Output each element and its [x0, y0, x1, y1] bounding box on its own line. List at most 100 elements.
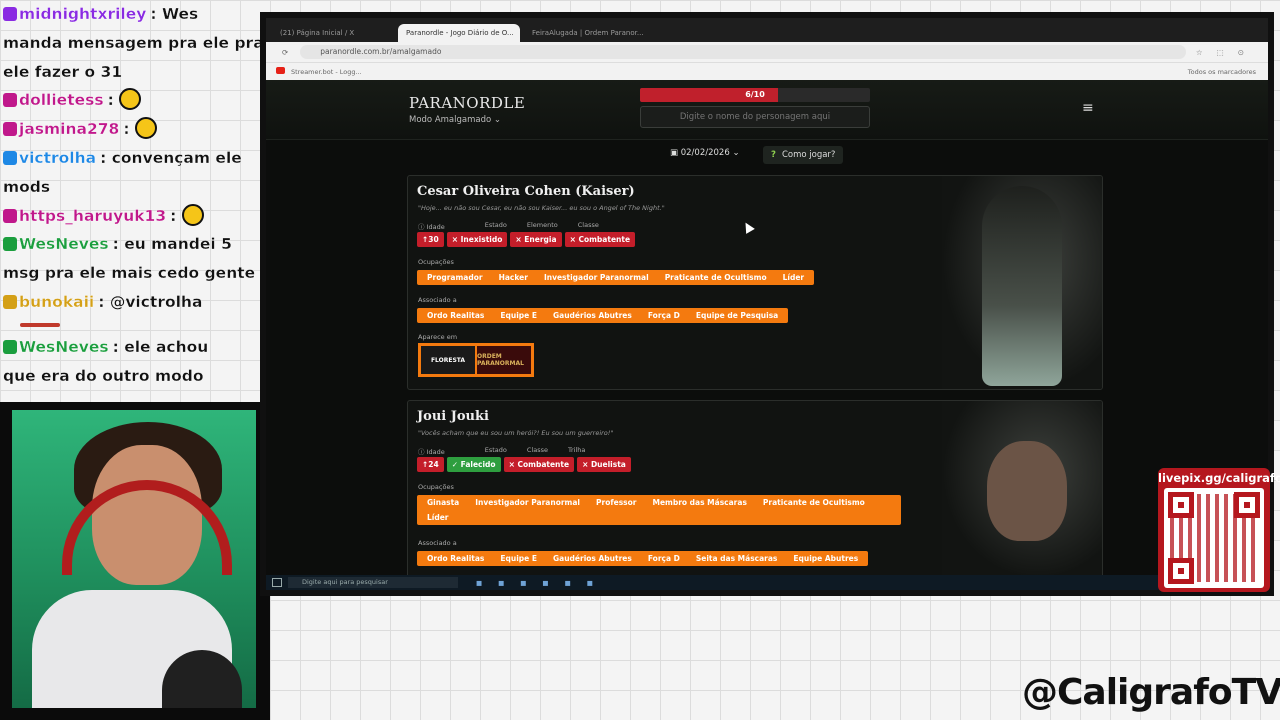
chevron-down-icon: ⌄	[493, 115, 502, 125]
livepix-panel: livepix.gg/caligrafo	[1158, 468, 1280, 592]
character-name: Joui Jouki	[417, 409, 489, 424]
header-class: Classe	[526, 446, 548, 454]
occupation-chip: Ginasta	[419, 495, 468, 510]
chip-element: × Energia	[510, 232, 562, 247]
occupations-label: Ocupações	[418, 258, 454, 266]
chat-badge-icon	[3, 208, 17, 223]
taskbar-search[interactable]: Digite aqui para pesquisar	[288, 577, 458, 588]
header-class: Classe	[577, 221, 599, 229]
chip-state: × Inexistido	[446, 232, 508, 247]
chat-text: : Wes	[150, 5, 199, 23]
mode-selector[interactable]: Modo Amalgamado ⌄	[409, 115, 501, 125]
chat-text: que era do outro modo	[3, 366, 204, 385]
chat-badge-icon	[3, 7, 17, 21]
chat-text: : @victrolha	[98, 292, 203, 311]
associated-chip: Equipe E	[492, 551, 545, 566]
bookmark-item[interactable]: Streamer.bot - Logg...	[276, 67, 362, 76]
browser-tab[interactable]: (21) Página Inicial / X	[272, 24, 394, 42]
chat-badge-icon	[3, 237, 17, 252]
hamburger-menu-icon[interactable]: ≡	[1082, 100, 1094, 116]
header-age: ⓘ Idade	[418, 448, 445, 456]
windows-taskbar: Digite aqui para pesquisar ■■■■■■	[266, 575, 1268, 590]
chat-text: msg pra ele mais cedo gente	[3, 264, 256, 283]
attribute-headers: ⓘ Idade Estado Elemento Classe	[418, 221, 619, 231]
appearance-thumb[interactable]: FLORESTA	[421, 346, 475, 374]
emote-icon	[181, 203, 204, 226]
chat-text: : ele achou	[112, 337, 209, 356]
chat-username: bunokaii	[19, 292, 95, 311]
emote-icon	[119, 88, 142, 111]
occupation-chip: Líder	[419, 510, 457, 525]
youtube-icon	[276, 67, 285, 74]
qr-finder	[1168, 492, 1194, 518]
progress-label: 6/10	[745, 90, 765, 99]
appearance-thumb[interactable]: ORDEM PARANORMAL	[477, 346, 531, 374]
character-figure	[982, 186, 1062, 386]
associated-chip: Ordo Realitas	[419, 551, 493, 566]
url-field[interactable]: paranordle.com.br/amalgamado	[300, 45, 1186, 59]
chip-track: × Duelista	[577, 457, 631, 472]
calendar-icon: ▣	[670, 148, 681, 158]
chat-badge-icon	[3, 150, 17, 165]
chat-text: :	[107, 91, 114, 110]
occupations-list: Ginasta Investigador Paranormal Professo…	[417, 495, 901, 525]
chat-message: victrolha: convençam ele	[0, 144, 262, 173]
character-quote: "Vocês acham que eu sou um herói?! Eu so…	[418, 429, 614, 437]
windows-start-icon[interactable]	[272, 578, 282, 587]
site-header: PARANORDLE Modo Amalgamado ⌄ 6/10 ≡	[266, 80, 1268, 140]
site-logo[interactable]: PARANORDLE	[409, 94, 525, 112]
address-bar: ⟳ paranordle.com.br/amalgamado ☆⬚⊙	[266, 42, 1268, 62]
date-selector[interactable]: ▣ 02/02/2026 ⌄	[670, 148, 740, 158]
progress-bar: 6/10	[640, 88, 870, 102]
associated-list: Ordo Realitas Equipe E Gaudérios Abutres…	[417, 551, 869, 566]
browser-tab-active[interactable]: Paranordle - Jogo Diário de O...	[398, 24, 520, 42]
chip-class: × Combatente	[503, 457, 575, 472]
chat-message: msg pra ele mais cedo gente	[0, 259, 262, 288]
qr-code	[1164, 488, 1264, 588]
chat-text: ele fazer o 31	[3, 62, 123, 81]
chat-badge-icon	[3, 339, 17, 354]
header-state: Estado	[484, 221, 507, 229]
occupation-chip: Praticante de Ocultismo	[754, 495, 873, 510]
browser-tab[interactable]: FeiraAlugada | Ordem Paranor...	[524, 24, 646, 42]
chat-message: que era do outro modo	[0, 362, 262, 391]
chat-username: jasmina278	[19, 120, 120, 139]
character-search-input[interactable]	[640, 106, 870, 128]
chat-badge-icon	[3, 294, 17, 309]
associated-chip: Seita das Máscaras	[687, 551, 786, 566]
occupation-chip: Investigador Paranormal	[535, 270, 657, 285]
chat-username: WesNeves	[19, 337, 109, 356]
character-portrait	[942, 176, 1102, 389]
occupation-chip: Praticante de Ocultismo	[656, 270, 775, 285]
character-portrait	[942, 401, 1102, 575]
chat-message: dollietess:	[0, 86, 262, 115]
browser-actions[interactable]: ☆⬚⊙	[1196, 48, 1258, 57]
attribute-chips: ↑30 × Inexistido × Energia × Combatente	[417, 232, 636, 247]
question-icon: ?	[771, 150, 776, 160]
paranordle-page: PARANORDLE Modo Amalgamado ⌄ 6/10 ≡ ▣ 02…	[266, 80, 1268, 575]
associated-chip: Força D	[639, 551, 688, 566]
character-quote: "Hoje... eu não sou Cesar, eu não sou Ka…	[418, 204, 665, 212]
taskbar-apps[interactable]: ■■■■■■	[476, 579, 609, 587]
guess-card: Cesar Oliveira Cohen (Kaiser) "Hoje... e…	[407, 175, 1103, 390]
associated-label: Associado a	[418, 296, 457, 304]
how-to-play-button[interactable]: ? Como jogar?	[763, 146, 844, 164]
occupation-chip: Membro das Máscaras	[644, 495, 755, 510]
chat-username: dollietess	[19, 91, 104, 110]
webcam-overlay	[0, 402, 270, 720]
channel-handle: @CaligrafoTV	[1022, 672, 1280, 713]
chat-message: mods	[0, 173, 262, 202]
chat-message: jasmina278:	[0, 115, 262, 144]
stream-chat: midnightxriley: Wes manda mensagem pra el…	[0, 0, 262, 400]
chat-text: manda mensagem pra ele pra	[3, 33, 262, 52]
associated-chip: Gaudérios Abutres	[544, 551, 640, 566]
chat-username: https_haruyuk13	[19, 206, 167, 225]
chat-message: WesNeves: ele achou	[0, 333, 262, 362]
all-bookmarks[interactable]: Todos os marcadores	[1188, 68, 1256, 76]
chat-message: WesNeves: eu mandei 5	[0, 230, 262, 259]
reload-icon[interactable]: ⟳	[282, 48, 288, 57]
header-element: Elemento	[526, 221, 558, 229]
chat-message: midnightxriley: Wes	[0, 0, 262, 29]
chat-message: https_haruyuk13:	[0, 202, 262, 231]
chat-text: : convençam ele	[100, 148, 242, 167]
